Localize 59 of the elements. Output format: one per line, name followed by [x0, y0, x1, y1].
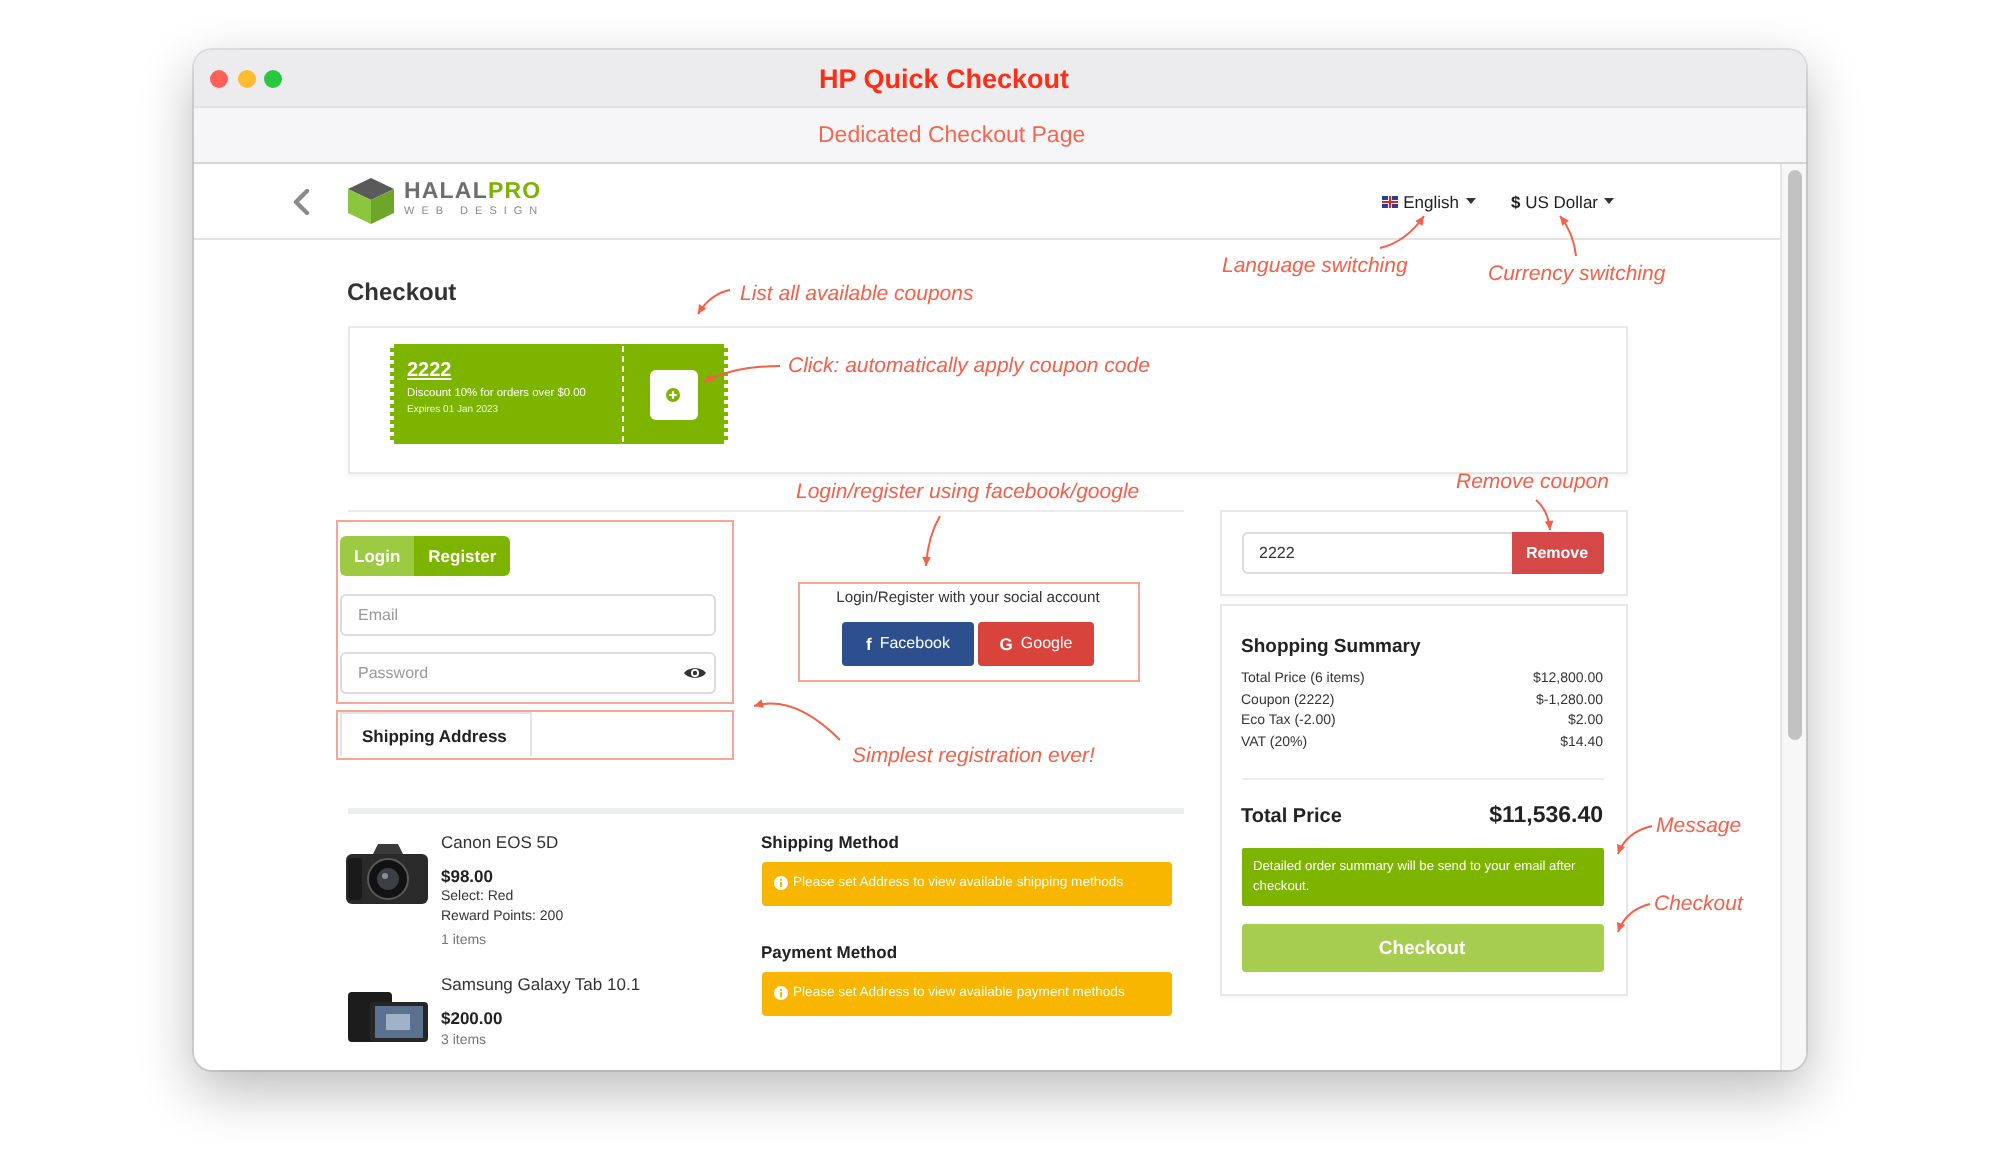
plus-circle-icon — [666, 387, 680, 401]
annotation-text: Currency switching — [1488, 260, 1666, 288]
page-heading: Checkout — [347, 278, 457, 306]
facebook-button[interactable]: f Facebook — [842, 621, 974, 665]
annotation-text: Message — [1656, 812, 1742, 840]
section-heading: Shipping Method — [761, 832, 901, 854]
info-icon — [773, 876, 787, 890]
product-price: $98.00 — [441, 865, 495, 887]
info-icon — [773, 986, 787, 1000]
annotation-text: Language switching — [1222, 252, 1408, 280]
annotation-text: List all available coupons — [740, 280, 974, 308]
page-subtitle: Dedicated Checkout Page — [818, 123, 1086, 147]
product-name: Samsung Galaxy Tab 10.1 — [441, 974, 641, 996]
annotation-text: Remove coupon — [1456, 468, 1609, 496]
shipping-address-tab[interactable]: Shipping Address — [340, 712, 532, 756]
remove-coupon-button[interactable]: Remove — [1511, 532, 1603, 574]
language-dropdown[interactable]: English — [1381, 191, 1476, 211]
flag-icon — [1381, 195, 1398, 207]
cube-logo-icon — [346, 176, 396, 226]
annotation-arrow — [1559, 215, 1577, 257]
currency-dropdown[interactable]: $ US Dollar — [1511, 191, 1614, 211]
email-field[interactable]: Email — [340, 593, 716, 635]
eye-icon[interactable] — [684, 665, 706, 679]
annotation-arrow — [1379, 215, 1425, 249]
annotation-arrow — [1616, 903, 1651, 933]
annotation-arrow — [1616, 825, 1653, 855]
section-heading: Payment Method — [761, 942, 900, 964]
coupon-code-field[interactable]: 2222 — [1241, 532, 1511, 574]
annotation-arrow — [1535, 499, 1554, 531]
summary-title: Shopping Summary — [1241, 636, 1423, 660]
annotation-arrow — [753, 699, 841, 741]
caret-icon — [1465, 198, 1476, 204]
apply-coupon-button[interactable] — [649, 369, 697, 419]
annotation-arrow — [922, 515, 941, 567]
coupon-code: 2222 — [407, 360, 452, 384]
annotation-text: Click: automatically apply coupon code — [788, 352, 1150, 380]
window-zoom-button[interactable] — [264, 69, 282, 87]
logo-wordmark: HALALPRO — [404, 182, 544, 204]
window-minimize-button[interactable] — [237, 69, 255, 87]
window-close-button[interactable] — [210, 69, 228, 87]
caret-icon — [1604, 198, 1614, 204]
annotation-arrow — [697, 289, 731, 315]
password-field[interactable]: Password — [340, 651, 716, 693]
google-icon: G — [999, 633, 1013, 653]
total-label: Total Price — [1241, 805, 1342, 827]
facebook-icon: f — [866, 633, 872, 653]
annotation-text: Login/register using facebook/google — [796, 478, 1140, 506]
google-button[interactable]: G Google — [978, 621, 1094, 665]
window-title: HP Quick Checkout — [819, 63, 1070, 93]
annotation-text: Checkout — [1654, 890, 1743, 918]
product-name: Canon EOS 5D — [441, 832, 561, 854]
total-value: $11,536.40 — [1489, 804, 1603, 828]
annotation-arrow — [703, 365, 781, 383]
scrollbar-track[interactable] — [1780, 164, 1806, 1070]
product-price: $200.00 — [441, 1007, 505, 1029]
scrollbar-thumb[interactable] — [1788, 170, 1802, 740]
camera-drawing — [345, 840, 427, 904]
annotation-text: Simplest registration ever! — [852, 742, 1095, 770]
chevron-left-icon[interactable] — [292, 187, 310, 215]
